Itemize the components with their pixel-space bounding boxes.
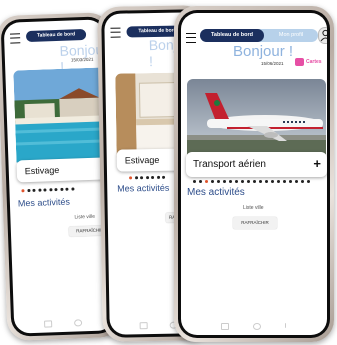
carousel-dots	[129, 175, 166, 180]
activity-card[interactable]: Estivage	[16, 157, 114, 183]
date: 15/03/2021	[70, 56, 94, 63]
menu-icon[interactable]	[110, 27, 121, 38]
screen-front: Tableau de bord Mon profil Bonjour ! 15/…	[181, 13, 327, 335]
menu-icon[interactable]	[186, 33, 196, 43]
cards-button[interactable]: Cartes	[295, 58, 322, 66]
carousel-dots	[193, 180, 310, 183]
system-navbar	[14, 318, 114, 329]
refresh-button[interactable]: RAFRAÎCHIR	[233, 217, 277, 229]
city-list-label: Liste ville	[243, 205, 264, 211]
activities-heading: Mes activités	[17, 196, 71, 209]
tab-dashboard[interactable]: Tableau de bord	[200, 29, 264, 42]
carousel-dots	[21, 187, 74, 193]
add-icon[interactable]: +	[313, 156, 321, 171]
phone-front: Tableau de bord Mon profil Bonjour ! 15/…	[174, 6, 334, 342]
card-title: Estivage	[24, 164, 60, 177]
cards-label: Cartes	[306, 59, 322, 65]
cards-icon	[295, 58, 304, 66]
menu-icon[interactable]	[9, 33, 21, 44]
tab-dashboard[interactable]: Tableau de bord	[25, 28, 87, 43]
system-navbar	[181, 323, 327, 331]
city-list-label: Liste ville	[74, 213, 96, 221]
transport-card[interactable]: Transport aérien +	[186, 152, 327, 177]
activities-heading: Mes activités	[187, 187, 245, 198]
tab-bar: Tableau de bord Mon profil	[200, 29, 318, 42]
date: 15/06/2021	[261, 61, 284, 66]
card-title: Transport aérien	[193, 159, 266, 170]
card-title: Estivage	[124, 154, 160, 166]
airplane-photo	[187, 79, 326, 157]
user-avatar-icon[interactable]	[318, 27, 327, 44]
greeting: Bonjour !	[233, 43, 294, 60]
tab-profile[interactable]: Mon profil	[266, 29, 316, 42]
activities-heading: Mes activités	[117, 182, 170, 194]
